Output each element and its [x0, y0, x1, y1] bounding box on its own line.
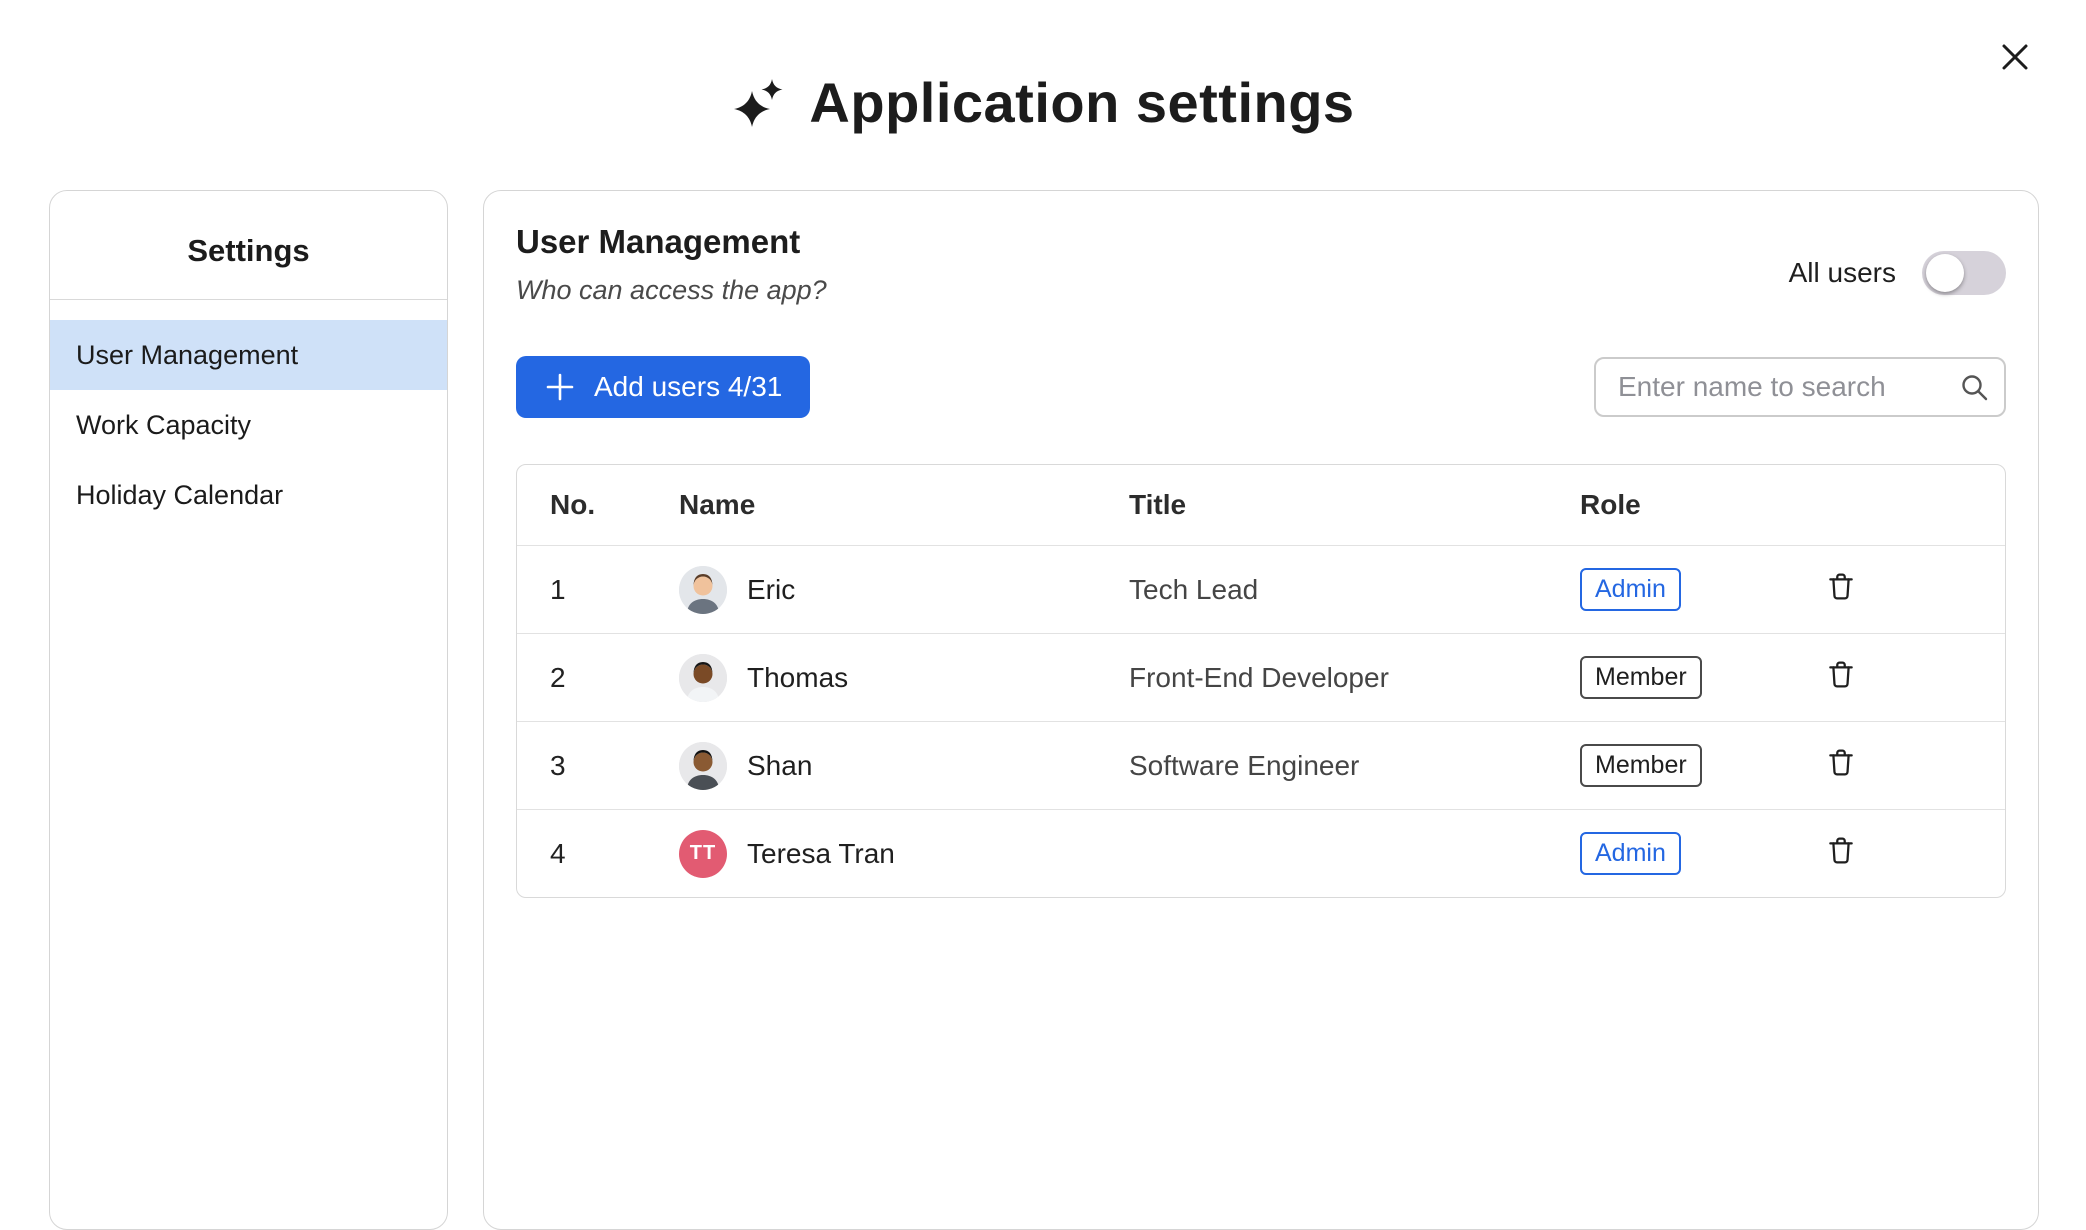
avatar — [679, 742, 727, 790]
all-users-control: All users — [1789, 251, 2006, 295]
table-header: No. Name Title Role — [517, 465, 2005, 545]
sidebar-item-label: Holiday Calendar — [76, 480, 283, 511]
col-role: Role — [1580, 489, 1825, 521]
panel-subtitle: Who can access the app? — [516, 275, 827, 306]
user-title: Software Engineer — [1129, 750, 1580, 782]
close-button[interactable] — [1996, 38, 2034, 76]
avatar: TT — [679, 830, 727, 878]
add-users-label: Add users 4/31 — [594, 371, 782, 403]
page-title: Application settings — [809, 70, 1354, 135]
trash-icon — [1825, 658, 1857, 690]
sidebar-item-label: User Management — [76, 340, 298, 371]
sidebar-item-label: Work Capacity — [76, 410, 251, 441]
avatar — [679, 654, 727, 702]
add-users-button[interactable]: Add users 4/31 — [516, 356, 810, 418]
delete-user-button[interactable] — [1825, 834, 1857, 866]
all-users-toggle[interactable] — [1922, 251, 2006, 295]
user-title: Front-End Developer — [1129, 662, 1580, 694]
row-number: 1 — [550, 574, 679, 606]
user-name: Teresa Tran — [747, 838, 895, 870]
sidebar-item-work-capacity[interactable]: Work Capacity — [50, 390, 447, 460]
user-management-panel: User Management Who can access the app? … — [483, 190, 2039, 1230]
role-badge[interactable]: Admin — [1580, 568, 1681, 611]
users-table: No. Name Title Role 1 Eric Tech Lead Adm… — [516, 464, 2006, 898]
delete-user-button[interactable] — [1825, 570, 1857, 602]
search-box — [1594, 357, 2006, 417]
sidebar-item-holiday-calendar[interactable]: Holiday Calendar — [50, 460, 447, 530]
sidebar-items: User Management Work Capacity Holiday Ca… — [50, 300, 447, 530]
settings-sidebar: Settings User Management Work Capacity H… — [49, 190, 448, 1230]
person-avatar-icon — [679, 566, 727, 614]
plus-icon — [544, 371, 576, 403]
row-number: 2 — [550, 662, 679, 694]
avatar — [679, 566, 727, 614]
person-avatar-icon — [679, 742, 727, 790]
user-name: Eric — [747, 574, 795, 606]
role-badge[interactable]: Member — [1580, 656, 1702, 699]
sidebar-item-user-management[interactable]: User Management — [50, 320, 447, 390]
role-badge[interactable]: Member — [1580, 744, 1702, 787]
user-title: Tech Lead — [1129, 574, 1580, 606]
panel-header: User Management Who can access the app? … — [516, 223, 2006, 306]
close-icon — [1996, 38, 2034, 76]
col-no: No. — [550, 489, 679, 521]
table-row: 3 Shan Software Engineer Member — [517, 721, 2005, 809]
app-header: Application settings — [0, 70, 2086, 135]
search-input[interactable] — [1594, 357, 2006, 417]
avatar-initials: TT — [690, 842, 716, 865]
row-number: 3 — [550, 750, 679, 782]
col-title: Title — [1129, 489, 1580, 521]
panel-title: User Management — [516, 223, 827, 261]
role-badge[interactable]: Admin — [1580, 832, 1681, 875]
sidebar-title: Settings — [50, 191, 447, 300]
person-avatar-icon — [679, 654, 727, 702]
delete-user-button[interactable] — [1825, 658, 1857, 690]
table-body: 1 Eric Tech Lead Admin — [517, 545, 2005, 897]
user-name: Shan — [747, 750, 812, 782]
controls-row: Add users 4/31 — [516, 356, 2006, 418]
table-row: 4 TT Teresa Tran Admin — [517, 809, 2005, 897]
user-name: Thomas — [747, 662, 848, 694]
trash-icon — [1825, 746, 1857, 778]
table-row: 1 Eric Tech Lead Admin — [517, 545, 2005, 633]
trash-icon — [1825, 834, 1857, 866]
sparkles-icon — [731, 75, 787, 131]
delete-user-button[interactable] — [1825, 746, 1857, 778]
row-number: 4 — [550, 838, 679, 870]
all-users-label: All users — [1789, 257, 1896, 289]
trash-icon — [1825, 570, 1857, 602]
toggle-knob — [1926, 254, 1964, 292]
col-name: Name — [679, 489, 1129, 521]
table-row: 2 Thomas Front-End Developer Member — [517, 633, 2005, 721]
